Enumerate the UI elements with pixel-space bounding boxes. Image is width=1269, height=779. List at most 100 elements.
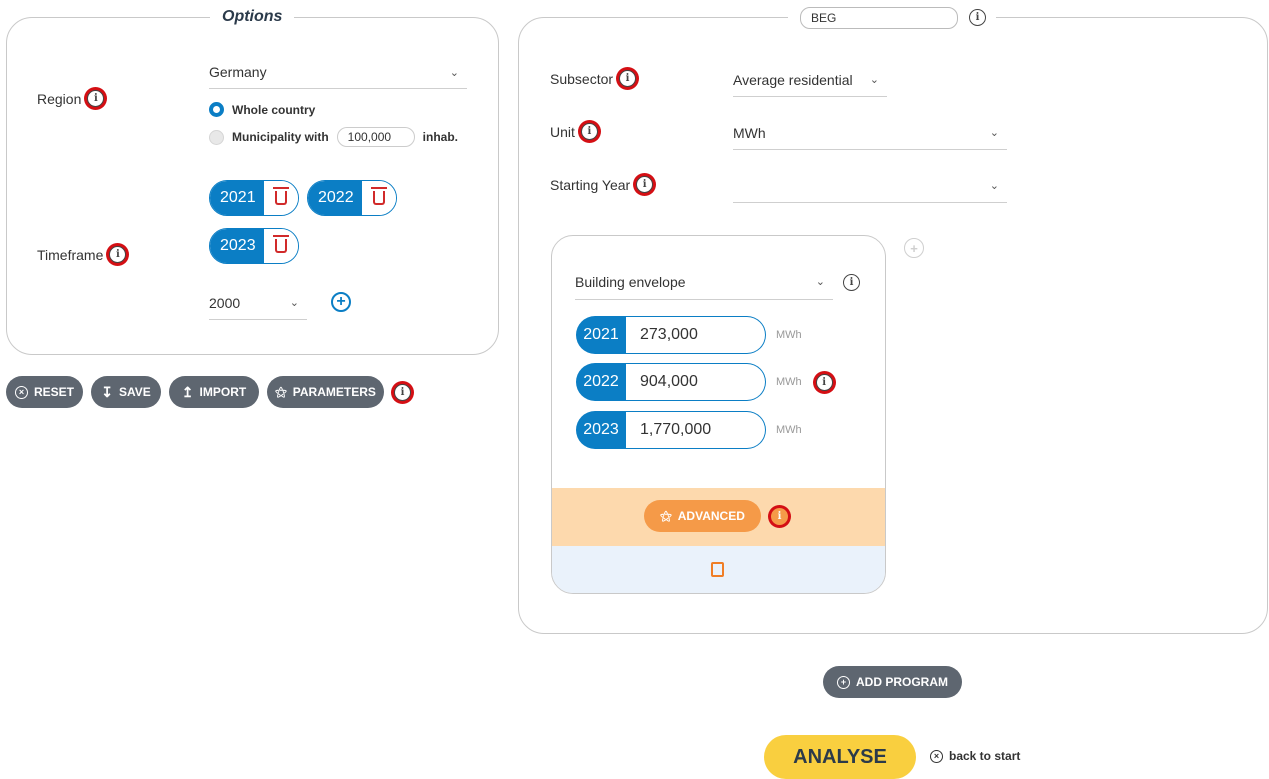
unit-select[interactable]: MWh ⌄: [733, 116, 1007, 150]
unit-label-group: Unit i: [550, 123, 598, 140]
year-select[interactable]: 2000 ⌄: [209, 286, 307, 320]
chevron-down-icon: ⌄: [989, 180, 999, 192]
subsector-info-icon[interactable]: i: [619, 70, 637, 87]
trash-icon: [272, 235, 289, 253]
year-chip-label: 2023: [210, 229, 264, 263]
measure-type-select[interactable]: Building envelope ⌄: [575, 264, 833, 300]
upload-icon: ↥: [181, 383, 194, 400]
year-chip-label: 2021: [210, 181, 264, 215]
back-to-start-label: back to start: [949, 749, 1021, 763]
value-input[interactable]: 273,000: [626, 316, 766, 354]
value-row-2023: 2023 1,770,000 MWh: [576, 411, 802, 449]
close-circle-icon: ×: [930, 749, 943, 763]
copy-icon[interactable]: [711, 562, 724, 577]
unit-select-value: MWh: [733, 124, 766, 141]
add-measure-button[interactable]: +: [904, 238, 924, 258]
subsector-select[interactable]: Average residential ⌄: [733, 63, 887, 97]
chevron-down-icon: ⌄: [989, 127, 999, 139]
year-select-value: 2000: [209, 294, 241, 311]
radio-whole-country[interactable]: Whole country: [209, 102, 315, 117]
delete-year-button[interactable]: [263, 229, 298, 263]
value-row-2021: 2021 273,000 MWh: [576, 316, 802, 354]
advanced-info-icon[interactable]: i: [771, 508, 788, 525]
trash-icon: [370, 187, 387, 205]
program-name-info-icon[interactable]: i: [969, 9, 986, 26]
subsector-label-group: Subsector i: [550, 70, 637, 87]
parameters-button[interactable]: ⚝ PARAMETERS: [267, 376, 384, 408]
value-row-year: 2023: [576, 411, 626, 449]
region-label: Region: [37, 90, 82, 107]
region-label-group: Region i: [37, 90, 105, 107]
subsector-label: Subsector: [550, 70, 614, 87]
sliders-icon: ⚝: [275, 384, 287, 399]
timeframe-label: Timeframe: [37, 246, 104, 263]
radio-unselected-icon[interactable]: [209, 129, 224, 145]
parameters-info-icon[interactable]: i: [394, 384, 411, 401]
program-name-input[interactable]: BEG: [800, 7, 958, 29]
advanced-section: ⚝ ADVANCED i: [552, 488, 885, 546]
copy-section: [552, 546, 885, 593]
subsector-select-value: Average residential: [733, 71, 853, 88]
value-unit: MWh: [776, 376, 802, 388]
analyse-label: ANALYSE: [793, 745, 887, 768]
year-chip-2023: 2023: [209, 228, 299, 264]
timeframe-info-icon[interactable]: i: [109, 246, 127, 263]
year-chip-2021: 2021: [209, 180, 299, 216]
reset-label: RESET: [33, 385, 74, 399]
add-program-label: ADD PROGRAM: [856, 675, 948, 689]
region-select[interactable]: Germany ⌄: [209, 56, 467, 89]
starting-year-label: Starting Year: [550, 176, 631, 193]
chevron-down-icon: ⌄: [449, 66, 459, 79]
municipality-unit: inhab.: [422, 130, 459, 144]
value-unit: MWh: [776, 329, 802, 341]
sliders-icon: ⚝: [660, 508, 672, 523]
timeframe-label-group: Timeframe i: [37, 246, 127, 263]
unit-label: Unit: [550, 123, 575, 140]
year-chip-2022: 2022: [307, 180, 397, 216]
municipality-input[interactable]: 100,000: [336, 127, 415, 147]
region-select-value: Germany: [209, 64, 267, 80]
save-button[interactable]: ↧ SAVE: [91, 376, 161, 408]
delete-year-button[interactable]: [361, 181, 396, 215]
chevron-down-icon: ⌄: [289, 297, 299, 309]
trash-icon: [272, 187, 289, 205]
starting-year-select[interactable]: ⌄: [733, 169, 1007, 203]
analyse-button[interactable]: ANALYSE: [764, 735, 916, 779]
import-button[interactable]: ↥ IMPORT: [169, 376, 259, 408]
options-title: Options: [210, 8, 295, 26]
plus-circle-icon: +: [837, 675, 850, 689]
reset-button[interactable]: × RESET: [6, 376, 83, 408]
back-to-start-link[interactable]: × back to start: [930, 749, 1020, 763]
advanced-button[interactable]: ⚝ ADVANCED: [644, 500, 761, 532]
radio-whole-country-label: Whole country: [232, 102, 316, 117]
radio-selected-icon[interactable]: [209, 102, 224, 117]
chevron-down-icon: ⌄: [869, 74, 879, 86]
region-info-icon[interactable]: i: [87, 90, 105, 107]
value-info-icon[interactable]: i: [815, 373, 833, 391]
add-year-button[interactable]: +: [331, 292, 351, 312]
advanced-label: ADVANCED: [677, 509, 745, 523]
value-input[interactable]: 904,000: [626, 363, 766, 401]
measure-card: Building envelope ⌄ i 2021 273,000 MWh 2…: [551, 235, 886, 594]
import-label: IMPORT: [199, 385, 247, 399]
add-program-button[interactable]: + ADD PROGRAM: [823, 666, 962, 698]
value-row-year: 2021: [576, 316, 626, 354]
close-circle-icon: ×: [14, 385, 28, 399]
radio-municipality-label: Municipality with: [232, 130, 329, 144]
measure-type-info-icon[interactable]: i: [843, 274, 860, 291]
value-input[interactable]: 1,770,000: [626, 411, 766, 449]
starting-year-info-icon[interactable]: i: [636, 176, 654, 193]
radio-municipality[interactable]: Municipality with 100,000 inhab.: [209, 127, 458, 147]
value-unit: MWh: [776, 424, 802, 436]
year-chip-label: 2022: [308, 181, 362, 215]
parameters-label: PARAMETERS: [292, 385, 376, 399]
chevron-down-icon: ⌄: [815, 276, 825, 288]
starting-year-label-group: Starting Year i: [550, 176, 654, 193]
measure-type-value: Building envelope: [575, 273, 686, 290]
delete-year-button[interactable]: [263, 181, 298, 215]
value-row-year: 2022: [576, 363, 626, 401]
unit-info-icon[interactable]: i: [580, 123, 598, 140]
download-icon: ↧: [101, 383, 113, 400]
value-row-2022: 2022 904,000 MWh i: [576, 363, 833, 401]
save-label: SAVE: [118, 385, 151, 399]
